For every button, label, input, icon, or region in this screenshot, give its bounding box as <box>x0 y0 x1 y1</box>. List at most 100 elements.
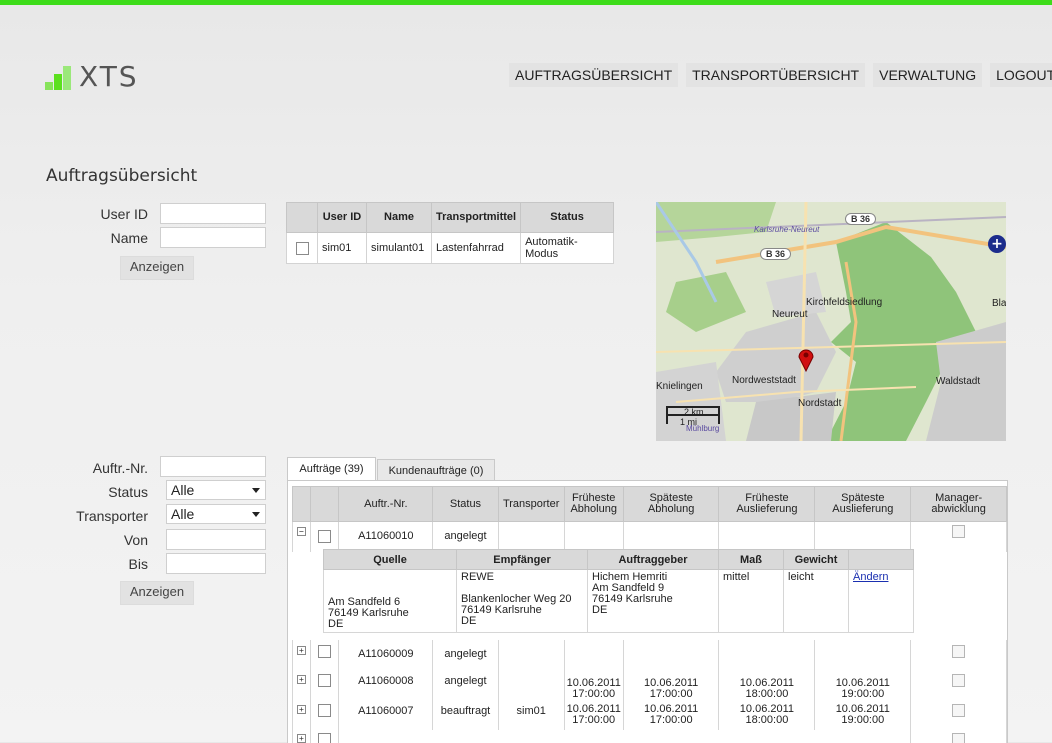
latest-pickup-cell: 10.06.2011 17:00:00 <box>623 700 719 730</box>
earliest-delivery-cell <box>719 522 815 552</box>
row-checkbox[interactable] <box>318 530 331 543</box>
map-label: Knielingen <box>656 381 703 392</box>
row-select-cell <box>310 522 339 552</box>
chevron-down-icon <box>252 488 260 493</box>
column-header: Maß <box>719 550 784 570</box>
table-row: + A11060007 beauftragt sim01 10.06.2011 … <box>293 700 1007 730</box>
map-view[interactable]: B 36 B 36 Karlsruhe-Neureut Kirchfeldsie… <box>656 202 1006 441</box>
row-checkbox[interactable] <box>318 733 331 743</box>
row-checkbox[interactable] <box>318 674 331 687</box>
expand-icon[interactable]: + <box>297 705 306 714</box>
name-input[interactable] <box>160 227 266 248</box>
transporter-label: Transporter <box>40 508 148 524</box>
user-id-input[interactable] <box>160 203 266 224</box>
order-nr-cell: A11060008 <box>339 670 433 700</box>
row-select-cell <box>310 670 339 700</box>
from-date-input[interactable] <box>166 529 266 550</box>
edit-link[interactable]: Ändern <box>853 571 888 583</box>
status-cell: angelegt <box>433 522 499 552</box>
column-header: Name <box>367 203 432 233</box>
main-nav: AUFTRAGSÜBERSICHT TRANSPORTÜBERSICHT VER… <box>509 63 1052 87</box>
map-label: Kirchfeldsiedlung <box>806 297 882 308</box>
column-header <box>849 550 914 570</box>
column-header: Transportmittel <box>432 203 521 233</box>
manager-checkbox[interactable] <box>952 704 965 717</box>
table-row: + A11060009 angelegt <box>293 640 1007 670</box>
column-header: Späteste Abholung <box>623 487 719 522</box>
row-select-cell <box>287 233 318 264</box>
row-checkbox[interactable] <box>296 242 309 255</box>
row-checkbox[interactable] <box>318 704 331 717</box>
weight-cell: leicht <box>784 570 849 633</box>
latest-delivery-cell <box>815 522 911 552</box>
size-cell: mittel <box>719 570 784 633</box>
transporter-select[interactable]: Alle <box>166 504 266 524</box>
address-line: DE <box>592 605 714 616</box>
expand-cell: − <box>293 522 311 552</box>
column-header: Status <box>521 203 614 233</box>
status-select[interactable]: Alle <box>166 480 266 500</box>
source-address-cell: Am Sandfeld 6 76149 Karlsruhe DE <box>324 570 457 633</box>
collapse-icon[interactable]: − <box>297 527 306 536</box>
map-label: Nordweststadt <box>732 375 796 386</box>
detail-header: Quelle Empfänger Auftraggeber Maß Gewich… <box>324 550 914 570</box>
xts-logo[interactable]: XTS <box>45 62 175 92</box>
order-filter-show-button[interactable]: Anzeigen <box>120 581 194 605</box>
nav-transportuebersicht[interactable]: TRANSPORTÜBERSICHT <box>686 63 865 87</box>
latest-pickup-cell <box>623 522 719 552</box>
map-marker-icon[interactable] <box>797 346 815 372</box>
latest-pickup-cell <box>623 640 719 670</box>
column-header: Früheste Abholung <box>564 487 623 522</box>
logo-text: XTS <box>79 60 139 93</box>
status-cell: angelegt <box>433 640 499 670</box>
column-header: Transporter <box>498 487 564 522</box>
table-row: − A11060010 angelegt <box>293 522 1007 552</box>
earliest-pickup-cell: 10.06.2011 17:00:00 <box>564 670 623 700</box>
manager-checkbox[interactable] <box>952 733 965 743</box>
manager-cell <box>911 640 1007 670</box>
page-title: Auftragsübersicht <box>46 166 197 186</box>
order-nr-label: Auftr.-Nr. <box>40 460 148 476</box>
manager-checkbox[interactable] <box>952 674 965 687</box>
logo-bar-icon <box>63 66 71 90</box>
map-label: Neureut <box>772 309 808 320</box>
to-date-input[interactable] <box>166 553 266 574</box>
order-nr-input[interactable] <box>160 456 266 477</box>
row-checkbox[interactable] <box>318 645 331 658</box>
manager-checkbox[interactable] <box>952 645 965 658</box>
plus-icon[interactable]: + <box>988 235 1006 253</box>
expand-icon[interactable]: + <box>297 734 306 743</box>
recipient-address-cell: REWE Blankenlocher Weg 20 76149 Karlsruh… <box>457 570 588 633</box>
edit-cell: Ändern <box>849 570 914 633</box>
earliest-delivery-cell: 10.06.2011 18:00:00 <box>719 670 815 700</box>
latest-delivery-cell: 10.06.2011 19:00:00 <box>815 700 911 730</box>
nav-logout[interactable]: LOGOUT <box>990 63 1052 87</box>
order-nr-cell: A11060010 <box>339 522 433 552</box>
status-cell: Automatik-Modus <box>521 233 614 264</box>
user-id-label: User ID <box>60 206 148 222</box>
road-shield: B 36 <box>760 248 791 260</box>
column-header: Gewicht <box>784 550 849 570</box>
expand-icon[interactable]: + <box>297 646 306 655</box>
expand-cell: + <box>293 700 311 730</box>
select-column-header <box>310 487 339 522</box>
tab-kundenauftraege[interactable]: Kundenaufträge (0) <box>377 459 495 482</box>
nav-verwaltung[interactable]: VERWALTUNG <box>873 63 982 87</box>
column-header: User ID <box>318 203 367 233</box>
order-nr-cell: A11060009 <box>339 640 433 670</box>
from-label: Von <box>40 532 148 548</box>
user-filter-show-button[interactable]: Anzeigen <box>120 256 194 280</box>
row-select-cell <box>310 730 339 743</box>
address-line: 76149 Karlsruhe <box>592 594 714 605</box>
manager-cell <box>911 730 1007 743</box>
expand-icon[interactable]: + <box>297 675 306 684</box>
manager-checkbox[interactable] <box>952 525 965 538</box>
address-line: 76149 Karlsruhe <box>328 608 452 619</box>
map-label: Bla <box>992 298 1006 309</box>
status-cell: angelegt <box>433 670 499 700</box>
earliest-delivery-cell <box>719 640 815 670</box>
nav-auftragsuebersicht[interactable]: AUFTRAGSÜBERSICHT <box>509 63 678 87</box>
tab-auftraege[interactable]: Aufträge (39) <box>287 457 376 482</box>
transporter-cell: sim01 <box>498 700 564 730</box>
latest-delivery-cell: 10.06.2011 19:00:00 <box>815 670 911 700</box>
